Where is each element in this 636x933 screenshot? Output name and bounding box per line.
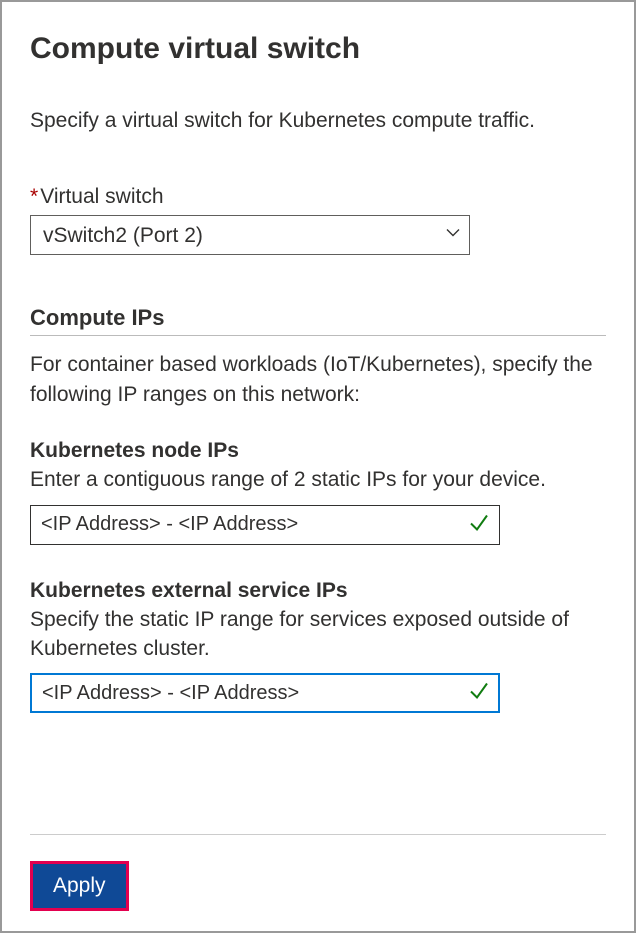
page-subtitle: Specify a virtual switch for Kubernetes … <box>30 106 606 135</box>
required-asterisk: * <box>30 185 38 208</box>
virtual-switch-label: *Virtual switch <box>30 185 606 209</box>
service-ips-label: Kubernetes external service IPs <box>30 579 606 603</box>
node-ips-description: Enter a contiguous range of 2 static IPs… <box>30 465 606 494</box>
service-ips-description: Specify the static IP range for services… <box>30 605 606 664</box>
virtual-switch-select[interactable]: vSwitch2 (Port 2) <box>30 215 470 255</box>
footer: Apply <box>30 834 606 911</box>
page-title: Compute virtual switch <box>30 32 606 66</box>
node-ips-label: Kubernetes node IPs <box>30 439 606 463</box>
compute-ips-description: For container based workloads (IoT/Kuber… <box>30 350 606 409</box>
apply-highlight: Apply <box>30 861 129 911</box>
virtual-switch-label-text: Virtual switch <box>40 185 163 208</box>
service-ips-input[interactable] <box>30 673 500 713</box>
node-ips-input[interactable] <box>30 505 500 545</box>
compute-ips-heading: Compute IPs <box>30 305 606 336</box>
apply-button[interactable]: Apply <box>33 864 126 908</box>
